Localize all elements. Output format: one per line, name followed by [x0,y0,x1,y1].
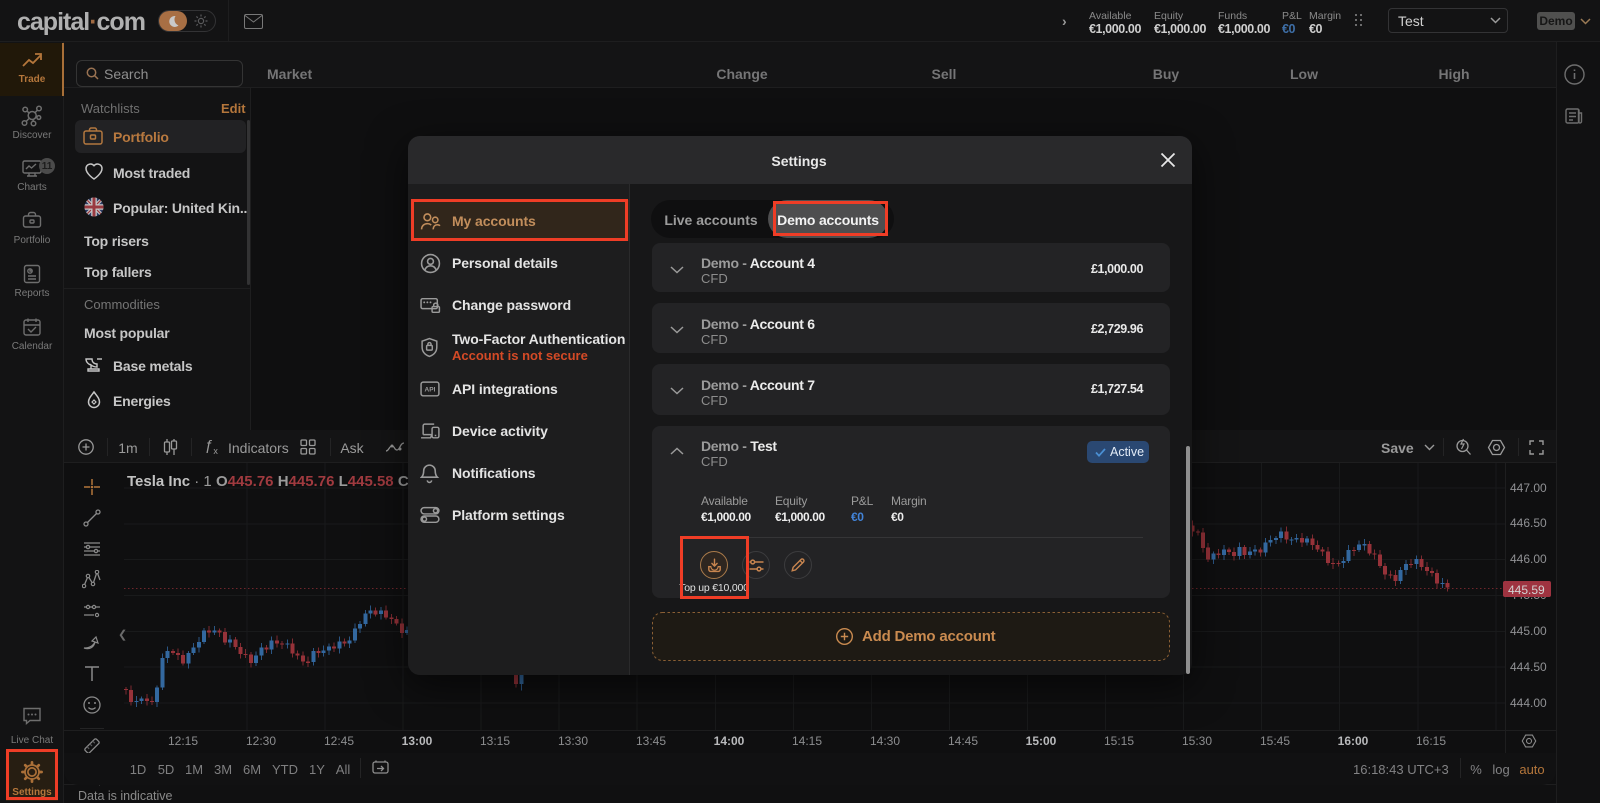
svg-text:API: API [425,386,436,393]
